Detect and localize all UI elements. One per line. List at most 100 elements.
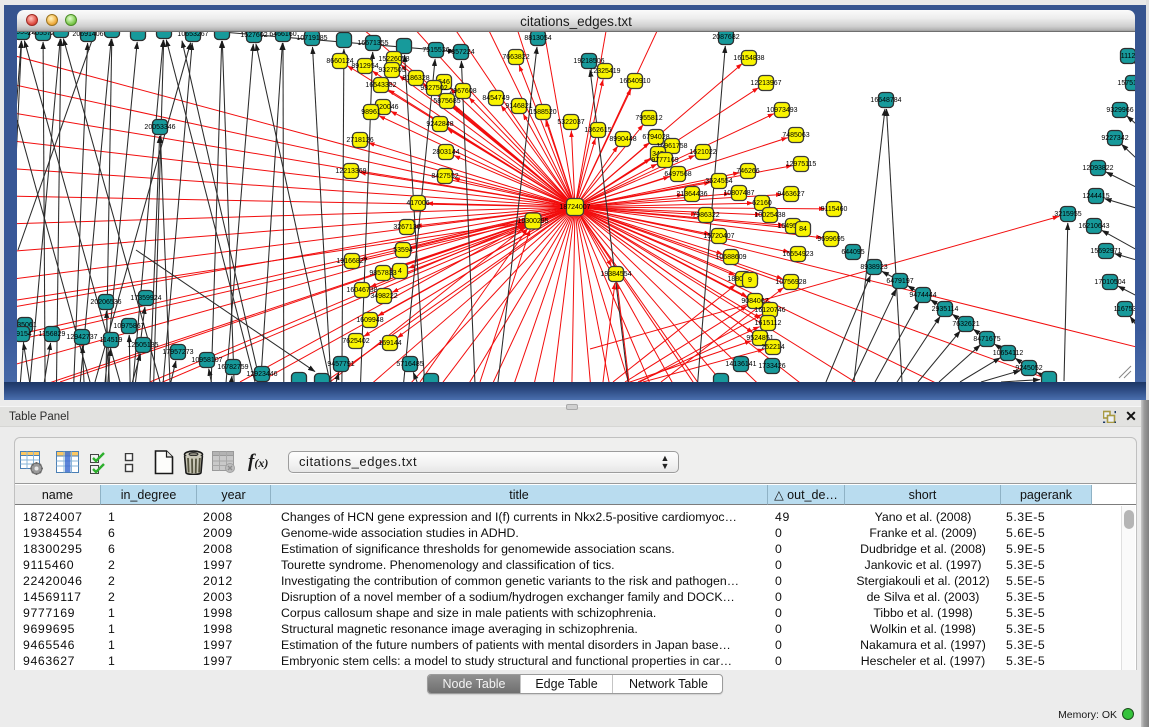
svg-text:252214: 252214 (761, 344, 784, 351)
svg-text:3267130: 3267130 (393, 224, 420, 231)
svg-text:2935114: 2935114 (932, 306, 959, 313)
svg-text:9699695: 9699695 (817, 236, 844, 243)
svg-text:114519: 114519 (100, 337, 123, 344)
svg-text:9245052: 9245052 (1015, 365, 1042, 372)
svg-text:10958107: 10958107 (191, 357, 222, 364)
svg-text:7632621: 7632621 (952, 321, 979, 328)
svg-text:12325419: 12325419 (589, 68, 620, 75)
svg-text:19384554: 19384554 (600, 271, 631, 278)
svg-text:16154838: 16154838 (733, 55, 764, 62)
svg-text:9327505: 9327505 (378, 67, 405, 74)
svg-text:417006: 417006 (406, 200, 429, 207)
svg-text:1615112: 1615112 (755, 320, 782, 327)
svg-text:7357224: 7357224 (447, 49, 474, 56)
svg-text:7485063: 7485063 (782, 132, 809, 139)
svg-text:12093822: 12093822 (1082, 165, 1113, 172)
svg-text:18724007: 18724007 (559, 204, 590, 211)
svg-text:4: 4 (398, 268, 402, 275)
svg-text:53594: 53594 (393, 247, 413, 254)
svg-text:15692971: 15692971 (1090, 248, 1121, 255)
svg-text:17359924: 17359924 (130, 295, 161, 302)
svg-text:8813054: 8813054 (524, 35, 551, 42)
svg-text:8938923: 8938923 (860, 264, 887, 271)
svg-text:746266: 746266 (736, 168, 759, 175)
svg-text:6479197: 6479197 (886, 278, 913, 285)
svg-text:10025438: 10025438 (754, 212, 785, 219)
svg-text:12975115: 12975115 (786, 161, 817, 168)
svg-text:16120746: 16120746 (754, 307, 785, 314)
svg-text:1733426: 1733426 (758, 363, 785, 370)
svg-text:10653267: 10653267 (177, 32, 208, 38)
svg-text:116753: 116753 (1114, 306, 1135, 313)
svg-text:169144: 169144 (378, 340, 401, 347)
svg-text:16782759: 16782759 (217, 364, 248, 371)
svg-text:7955812: 7955812 (635, 115, 662, 122)
svg-text:16648784: 16648784 (870, 97, 901, 104)
svg-text:9457791: 9457791 (327, 361, 354, 368)
svg-text:39154: 39154 (17, 331, 32, 338)
svg-text:5716485: 5716485 (396, 361, 423, 368)
svg-text:9474444: 9474444 (909, 292, 936, 299)
svg-text:9857833: 9857833 (369, 270, 396, 277)
svg-text:10975867: 10975867 (113, 323, 144, 330)
svg-text:12213369: 12213369 (335, 168, 366, 175)
svg-text:8186328: 8186328 (402, 75, 429, 82)
svg-text:10654112: 10654112 (993, 350, 1024, 357)
svg-text:9777169: 9777169 (651, 157, 678, 164)
svg-text:1156829: 1156829 (39, 331, 66, 338)
svg-text:3215955: 3215955 (1054, 211, 1081, 218)
svg-text:12942737: 12942737 (66, 334, 97, 341)
svg-text:16554923: 16554923 (782, 251, 813, 258)
svg-text:20691406: 20691406 (72, 32, 103, 38)
svg-text:16671355: 16671355 (357, 40, 388, 47)
svg-text:8427552: 8427552 (431, 173, 458, 180)
svg-text:6497568: 6497568 (664, 171, 691, 178)
svg-text:5322037: 5322037 (557, 119, 584, 126)
svg-text:1362615: 1362615 (584, 127, 611, 134)
svg-text:18300295: 18300295 (517, 218, 548, 225)
svg-text:1527602: 1527602 (240, 32, 267, 39)
svg-text:644095: 644095 (841, 249, 864, 256)
svg-text:7663822: 7663822 (502, 54, 529, 61)
svg-text:3498222: 3498222 (370, 293, 397, 300)
svg-text:17957273: 17957273 (162, 349, 193, 356)
svg-text:14136141: 14136141 (725, 361, 756, 368)
svg-text:9463627: 9463627 (777, 191, 804, 198)
svg-text:12213967: 12213967 (750, 80, 781, 87)
svg-text:3624554: 3624554 (705, 178, 732, 185)
svg-text:8660124: 8660124 (326, 58, 353, 65)
svg-text:10688609: 10688609 (715, 254, 746, 261)
svg-text:6466160: 6466160 (269, 32, 296, 38)
svg-text:7515526: 7515526 (422, 47, 449, 54)
svg-text:1244415: 1244415 (1082, 193, 1109, 200)
svg-text:15720407: 15720407 (703, 233, 734, 240)
svg-text:15751074: 15751074 (1117, 80, 1135, 87)
svg-text:10719185: 10719185 (296, 35, 327, 42)
svg-text:1588520: 1588520 (529, 109, 556, 116)
svg-text:7986322: 7986322 (692, 212, 719, 219)
svg-text:9327502: 9327502 (420, 85, 447, 92)
svg-text:9115460: 9115460 (821, 206, 848, 213)
svg-text:2087682: 2087682 (712, 34, 739, 41)
svg-text:20053346: 20053346 (144, 124, 175, 131)
svg-text:2718126: 2718126 (346, 137, 373, 144)
svg-text:16640910: 16640910 (619, 78, 650, 85)
svg-text:9227342: 9227342 (1101, 135, 1128, 142)
svg-text:9: 9 (748, 277, 752, 284)
svg-text:9329966: 9329966 (1106, 107, 1133, 114)
svg-text:8454749: 8454749 (482, 95, 509, 102)
svg-text:16210643: 16210643 (1078, 223, 1109, 230)
svg-text:9242848: 9242848 (426, 121, 453, 128)
svg-text:10807487: 10807487 (723, 190, 754, 197)
svg-text:12505135: 12505135 (127, 342, 158, 349)
svg-text:7625402: 7625402 (342, 338, 369, 345)
svg-text:8912954: 8912954 (351, 63, 378, 70)
svg-text:20206536: 20206536 (90, 299, 121, 306)
svg-text:10756928: 10756928 (775, 279, 806, 286)
svg-text:1112: 1112 (1121, 53, 1135, 60)
svg-text:12923446: 12923446 (246, 371, 277, 378)
svg-text:21364436: 21364436 (676, 191, 707, 198)
svg-text:1609948: 1609948 (356, 317, 383, 324)
svg-text:10973493: 10973493 (766, 107, 797, 114)
svg-text:8990448: 8990448 (609, 136, 636, 143)
